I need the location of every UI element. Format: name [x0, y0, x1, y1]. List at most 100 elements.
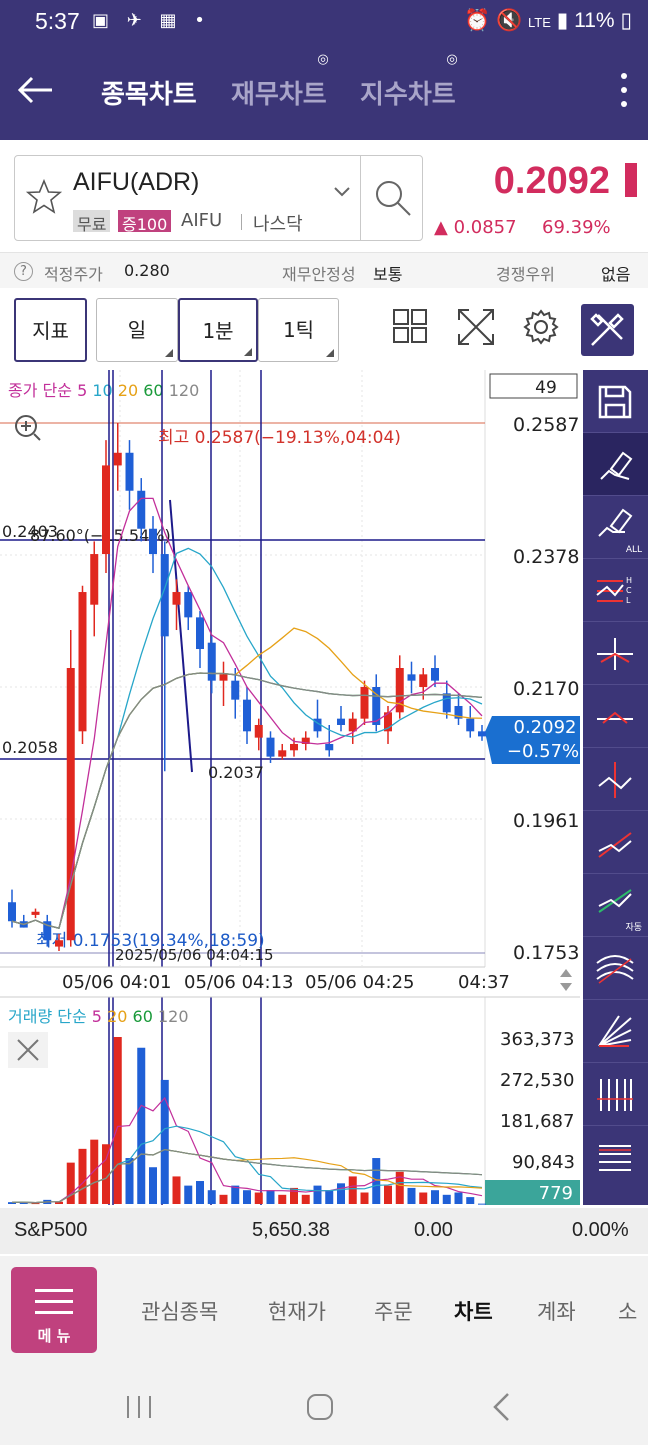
vline-tool[interactable] — [583, 748, 648, 811]
more-vertical-icon[interactable] — [620, 70, 628, 110]
hamburger-icon — [35, 1289, 73, 1322]
horizontal-lines-icon — [599, 1145, 631, 1171]
nav-account[interactable]: 계좌 — [537, 1296, 576, 1326]
tab-index-chart[interactable]: 지수차트 ◎ — [360, 52, 458, 111]
chart-toolbar: 지표 일 1분 1틱 — [0, 296, 648, 366]
period-1tick-button[interactable]: 1틱 — [258, 298, 339, 362]
divider — [241, 214, 242, 230]
tab-finance-chart[interactable]: 재무차트 ◎ — [231, 52, 329, 111]
back-icon[interactable] — [490, 1392, 512, 1422]
volume-bar — [466, 1197, 475, 1204]
fair-price-value: 0.280 — [124, 261, 170, 280]
vlines-tool[interactable] — [583, 1063, 648, 1126]
candle-body — [325, 743, 334, 751]
nav-chart[interactable]: 차트 — [454, 1296, 493, 1326]
price-volume-chart[interactable]: 종가 단순 5 10 20 60 120 49 0.2587 0.2378 0.… — [0, 370, 580, 1205]
nav-order[interactable]: 주문 — [374, 1296, 413, 1326]
current-price-label: 0.2092 — [514, 717, 577, 738]
candle-body — [419, 674, 428, 687]
fin-stability-value: 보통 — [373, 265, 403, 284]
eraser-tool[interactable] — [583, 433, 648, 496]
settings-gear-icon[interactable] — [522, 308, 560, 346]
competitive-value: 없음 — [601, 265, 631, 284]
index-change: 0.00 — [414, 1219, 453, 1241]
volume-bar — [337, 1183, 345, 1204]
price-bar-marker — [625, 163, 637, 197]
index-ticker-row[interactable]: S&P500 5,650.38 0.00 0.00% — [0, 1208, 648, 1254]
nav-current-price[interactable]: 현재가 — [268, 1296, 326, 1326]
tab-label: 종목차트 — [101, 80, 197, 110]
status-bar: 5:37 ▣ ✈ ▦ • ⏰ 🔇 LTE ▮ 11% ▯ — [0, 0, 648, 42]
candle-body — [172, 592, 181, 605]
fan-tool[interactable] — [583, 1000, 648, 1063]
home-icon[interactable] — [305, 1392, 335, 1422]
hcl-lines-icon: HCL — [596, 576, 632, 605]
candle-body — [360, 687, 369, 719]
drawing-tools-button[interactable] — [581, 304, 634, 356]
app-bar: 종목차트 재무차트 ◎ 지수차트 ◎ — [0, 42, 648, 140]
volume-bar — [348, 1176, 357, 1204]
index-name: S&P500 — [14, 1219, 88, 1241]
nav-more[interactable]: 소 — [618, 1296, 637, 1326]
candle-body — [254, 724, 263, 738]
x-tick: 04:37 — [458, 972, 510, 993]
arc-icon — [596, 955, 634, 984]
auto-trend-tool[interactable]: 자동 — [583, 874, 648, 937]
vol-tick: 272,530 — [500, 1070, 574, 1091]
volume-bar — [313, 1185, 322, 1204]
volume-bar — [231, 1185, 240, 1204]
price-legend[interactable]: 종가 단순 5 10 20 60 120 — [8, 381, 199, 400]
period-day-button[interactable]: 일 — [96, 298, 178, 362]
arc-tool[interactable] — [583, 937, 648, 1000]
period-1min-button[interactable]: 1분 — [178, 298, 258, 362]
help-icon[interactable]: ? — [14, 262, 33, 281]
layout-grid-icon[interactable] — [392, 308, 428, 344]
count-box[interactable] — [489, 373, 578, 399]
fullscreen-icon[interactable] — [457, 308, 495, 346]
margin-badge: 증100 — [118, 210, 172, 234]
candle-body — [125, 452, 134, 491]
volume-legend[interactable]: 거래량 단순 5 20 60 120 — [8, 1007, 189, 1026]
status-time: 5:37 — [35, 8, 80, 34]
candle-body — [466, 718, 475, 732]
volume-bar — [301, 1194, 310, 1204]
fin-stability-label: 재무안정성 — [282, 265, 356, 284]
close-volume-icon[interactable] — [8, 1032, 48, 1068]
hcl-tool[interactable]: HCL — [583, 559, 648, 622]
nav-watchlist[interactable]: 관심종목 — [141, 1296, 218, 1326]
volume-bar — [78, 1148, 87, 1204]
volume-bar — [325, 1190, 334, 1204]
save-icon — [598, 385, 632, 419]
candle-body — [243, 699, 251, 732]
stock-search-box[interactable]: AIFU(ADR) 무료 증100 AIFU 나스닥 — [14, 155, 423, 241]
tab-stock-chart[interactable]: 종목차트 — [101, 74, 197, 111]
chevron-down-icon[interactable] — [333, 186, 351, 198]
erase-all-tool[interactable]: ALL — [583, 496, 648, 559]
menu-button[interactable]: 메 뉴 — [11, 1267, 97, 1353]
dropdown-corner-icon — [244, 348, 252, 356]
candle-body — [337, 718, 345, 725]
chart-area[interactable]: 종가 단순 5 10 20 60 120 49 0.2587 0.2378 0.… — [0, 370, 580, 1205]
trendline-tool[interactable] — [583, 811, 648, 874]
vol-tick: 363,373 — [500, 1029, 574, 1050]
candle-body — [31, 911, 40, 915]
hlines-tool[interactable] — [583, 1126, 648, 1189]
volume-bar — [254, 1192, 263, 1204]
save-tool[interactable] — [583, 370, 648, 433]
hline-tool[interactable] — [583, 685, 648, 748]
volume-bar — [31, 1203, 40, 1205]
search-button[interactable] — [360, 156, 423, 240]
recent-apps-icon[interactable] — [124, 1394, 154, 1420]
crosshair-tool[interactable] — [583, 622, 648, 685]
candle-body — [149, 528, 157, 555]
tab-label: 지수차트 — [360, 80, 456, 110]
back-arrow-icon[interactable] — [16, 70, 56, 110]
lock-icon: ◎ — [446, 52, 458, 67]
favorite-star-icon[interactable] — [25, 178, 63, 216]
current-price: 0.2092 — [493, 160, 610, 202]
y-tick: 0.2378 — [513, 546, 579, 568]
candle-body — [278, 750, 287, 757]
indicator-button[interactable]: 지표 — [14, 298, 87, 362]
current-pct-label: −0.57% — [507, 741, 579, 762]
candle-body — [290, 743, 298, 751]
